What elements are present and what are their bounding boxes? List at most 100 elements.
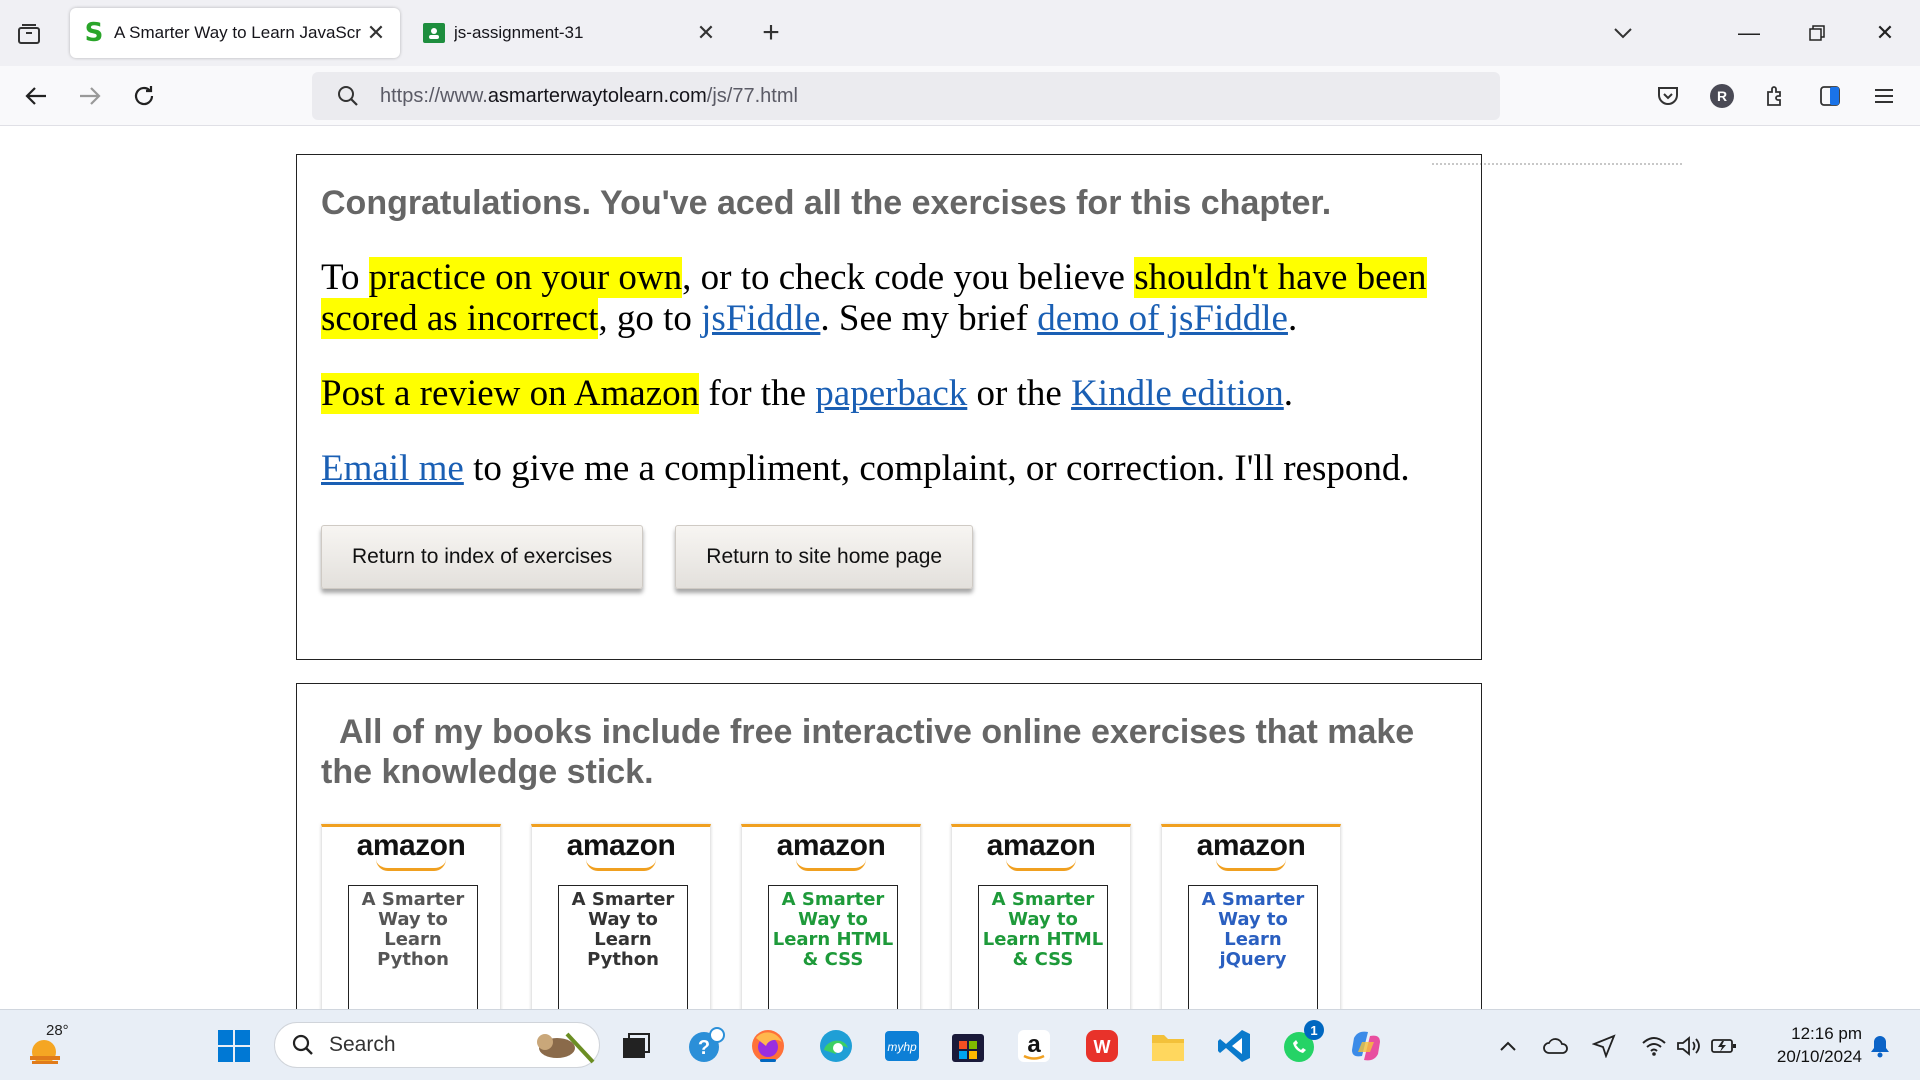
google-classroom-icon <box>422 21 446 45</box>
reload-icon <box>134 86 154 106</box>
book-card[interactable]: amazon A Smarter Way to Learn HTML & CSS <box>741 824 921 1009</box>
whatsapp-taskbar-button[interactable]: 1 <box>1280 1020 1324 1066</box>
sidebar-extension-button[interactable] <box>1814 80 1846 112</box>
bell-icon <box>1871 1036 1889 1058</box>
avatar: R <box>1710 84 1734 108</box>
forward-button[interactable] <box>74 80 106 112</box>
address-bar[interactable]: https://www.asmarterwaytolearn.com/js/77… <box>312 72 1500 120</box>
tab-list-button[interactable] <box>14 20 44 48</box>
tab-list-icon <box>18 24 40 44</box>
show-hidden-icons-button[interactable] <box>1494 1032 1522 1060</box>
hamburger-menu-icon <box>1875 89 1893 103</box>
tab-asmarterway[interactable]: S A Smarter Way to Learn JavaScr ✕ <box>70 8 400 58</box>
book-card[interactable]: amazon A Smarter Way to Learn Python <box>321 824 501 1009</box>
book-cover: A Smarter Way to Learn jQuery <box>1188 885 1318 1009</box>
extensions-button[interactable] <box>1760 80 1792 112</box>
edge-taskbar-button[interactable] <box>816 1026 856 1066</box>
tab-bar: S A Smarter Way to Learn JavaScr ✕ js-as… <box>0 0 1920 66</box>
amazon-taskbar-button[interactable]: a <box>1014 1026 1054 1066</box>
task-view-button[interactable] <box>616 1026 656 1066</box>
tab-title: A Smarter Way to Learn JavaScr <box>114 23 361 42</box>
vscode-taskbar-button[interactable] <box>1214 1026 1254 1066</box>
pocket-icon <box>1658 87 1678 105</box>
myhp-taskbar-button[interactable]: myhp <box>882 1026 922 1066</box>
system-clock[interactable]: 12:16 pm 20/10/2024 <box>1752 1022 1862 1068</box>
windows-taskbar: 28° Search ? myhp a W 1 12:16 pm 20/10/2… <box>0 1009 1920 1080</box>
new-tab-button[interactable]: + <box>756 16 786 49</box>
amazon-logo: amazon <box>776 829 886 862</box>
taskbar-search-box[interactable]: Search <box>274 1022 600 1068</box>
list-all-tabs-button[interactable] <box>1608 18 1638 48</box>
battery-button[interactable] <box>1710 1032 1738 1060</box>
reload-button[interactable] <box>128 80 160 112</box>
arrow-right-icon <box>80 87 101 105</box>
close-tab-button[interactable]: ✕ <box>364 20 388 45</box>
jsfiddle-link[interactable]: jsFiddle <box>701 298 820 339</box>
wps-office-button[interactable]: W <box>1082 1026 1122 1066</box>
amazon-logo: amazon <box>356 829 466 862</box>
tab-title: js-assignment-31 <box>454 23 584 42</box>
windows-logo-icon <box>218 1030 250 1062</box>
pocket-button[interactable] <box>1652 80 1684 112</box>
cloud-icon <box>1543 1038 1568 1054</box>
location-button[interactable] <box>1590 1032 1618 1060</box>
copilot-taskbar-button[interactable] <box>1346 1026 1386 1066</box>
back-button[interactable] <box>20 80 52 112</box>
account-button[interactable]: R <box>1706 80 1738 112</box>
clock-date: 20/10/2024 <box>1776 1047 1862 1066</box>
microsoft-store-button[interactable] <box>948 1026 988 1066</box>
books-heading: All of my books include free interactive… <box>321 713 1415 791</box>
wifi-icon <box>1642 1037 1666 1056</box>
tab-js-assignment[interactable]: js-assignment-31 ✕ <box>410 8 730 58</box>
copilot-icon <box>1352 1031 1380 1061</box>
volume-button[interactable] <box>1674 1032 1702 1060</box>
minimize-button[interactable]: — <box>1734 18 1764 48</box>
weather-widget[interactable]: 28° <box>26 1022 76 1070</box>
help-app-button[interactable]: ? <box>686 1026 726 1066</box>
book-card[interactable]: amazon A Smarter Way to Learn jQuery <box>1161 824 1341 1009</box>
arrow-left-icon <box>25 87 46 105</box>
wifi-button[interactable] <box>1640 1032 1668 1060</box>
navigation-toolbar: https://www.asmarterwaytolearn.com/js/77… <box>0 66 1920 126</box>
onedrive-button[interactable] <box>1542 1032 1570 1060</box>
restore-button[interactable] <box>1802 18 1832 48</box>
jsfiddle-demo-link[interactable]: demo of jsFiddle <box>1037 298 1288 339</box>
return-to-home-button[interactable]: Return to site home page <box>675 525 974 589</box>
close-window-button[interactable]: ✕ <box>1870 18 1900 48</box>
button-row: Return to index of exercises Return to s… <box>321 525 1457 589</box>
book-card[interactable]: amazon A Smarter Way to Learn HTML & CSS <box>951 824 1131 1009</box>
notifications-button[interactable] <box>1866 1032 1894 1060</box>
review-paragraph: Post a review on Amazon for the paperbac… <box>321 373 1294 414</box>
puzzle-piece-icon <box>1767 86 1781 106</box>
book-cover: A Smarter Way to Learn Python <box>348 885 478 1009</box>
amazon-logo: amazon <box>1196 829 1306 862</box>
book-title: A Smarter Way to Learn jQuery <box>1201 889 1305 970</box>
wps-office-icon: W <box>1086 1030 1118 1062</box>
email-me-link[interactable]: Email me <box>321 448 464 489</box>
menu-button[interactable] <box>1868 80 1900 112</box>
amazon-logo: amazon <box>566 829 676 862</box>
book-title: A Smarter Way to Learn Python <box>571 889 675 970</box>
sloth-search-highlight-icon <box>537 1032 595 1064</box>
svg-text:a: a <box>1027 1031 1041 1058</box>
microsoft-store-icon <box>952 1034 984 1062</box>
vscode-icon <box>1218 1030 1250 1062</box>
start-button[interactable] <box>214 1026 254 1066</box>
search-icon <box>328 85 368 107</box>
paperback-link[interactable]: paperback <box>815 373 967 414</box>
active-app-indicator <box>760 1059 776 1062</box>
book-cover: A Smarter Way to Learn HTML & CSS <box>978 885 1108 1009</box>
close-tab-button[interactable]: ✕ <box>694 20 718 45</box>
book-cover: A Smarter Way to Learn HTML & CSS <box>768 885 898 1009</box>
highlight-practice: practice on your own <box>368 257 683 298</box>
books-panel: All of my books include free interactive… <box>296 683 1482 1009</box>
email-paragraph: Email me to give me a compliment, compla… <box>321 448 1410 489</box>
firefox-taskbar-button[interactable] <box>748 1026 788 1066</box>
task-view-icon <box>623 1033 650 1058</box>
speaker-icon <box>1677 1036 1700 1056</box>
book-title: A Smarter Way to Learn HTML & CSS <box>982 889 1104 970</box>
file-explorer-button[interactable] <box>1148 1026 1188 1066</box>
kindle-edition-link[interactable]: Kindle edition <box>1071 373 1284 414</box>
book-card[interactable]: amazon A Smarter Way to Learn Python <box>531 824 711 1009</box>
return-to-index-button[interactable]: Return to index of exercises <box>321 525 644 589</box>
